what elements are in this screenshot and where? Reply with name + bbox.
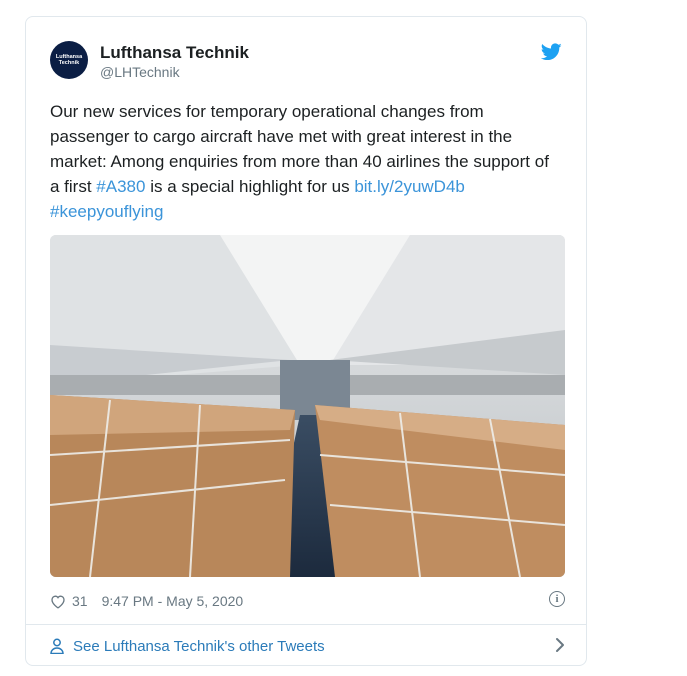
embedded-tweet-card: Lufthansa Technik Lufthansa Technik @LHT… <box>25 16 587 666</box>
tweet-text: Our new services for temporary operation… <box>50 99 550 224</box>
tweet-meta: 31 9:47 PM - May 5, 2020 i <box>50 589 565 613</box>
author-name[interactable]: Lufthansa Technik <box>100 43 249 63</box>
like-count[interactable]: 31 <box>72 593 88 609</box>
chevron-right-icon[interactable] <box>555 637 565 653</box>
tweet-text-part2: is a special highlight for us <box>145 177 355 196</box>
see-other-tweets-link[interactable]: See Lufthansa Technik's other Tweets <box>50 634 565 658</box>
heart-icon[interactable] <box>50 594 66 609</box>
author-avatar[interactable]: Lufthansa Technik <box>50 41 88 79</box>
info-icon[interactable]: i <box>549 591 565 607</box>
divider <box>26 624 586 625</box>
tweet-timestamp[interactable]: 9:47 PM - May 5, 2020 <box>102 593 244 609</box>
see-other-tweets-label: See Lufthansa Technik's other Tweets <box>73 637 325 655</box>
bitly-link[interactable]: bit.ly/2yuwD4b <box>354 177 465 196</box>
author-handle[interactable]: @LHTechnik <box>100 64 180 80</box>
person-icon <box>50 638 64 654</box>
avatar-logo-text-line2: Technik <box>58 60 80 66</box>
hashtag-a380-link[interactable]: #A380 <box>96 177 145 196</box>
tweet-photo-aircraft-cabin-cargo[interactable] <box>50 235 565 577</box>
hashtag-keepyouflying-link[interactable]: #keepyouflying <box>50 202 163 221</box>
twitter-bird-icon[interactable] <box>541 43 562 61</box>
